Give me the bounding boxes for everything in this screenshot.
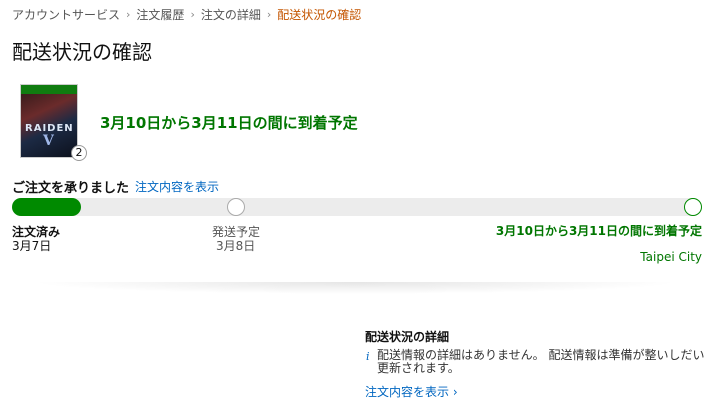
delivery-estimate: 3月10日から3月11日の間に到着予定 (100, 114, 358, 132)
breadcrumb-separator: › (266, 8, 272, 21)
tracking-details-title: 配送状況の詳細 (365, 330, 450, 344)
step-shipping-date: 3月8日 (216, 239, 256, 253)
product-image[interactable]: RAIDEN V (20, 84, 78, 158)
progress-step-shipping-dot (227, 198, 245, 216)
step-ordered-date: 3月7日 (12, 239, 52, 253)
breadcrumb-separator: › (126, 8, 131, 21)
breadcrumb-current: 配送状況の確認 (277, 8, 362, 22)
tracking-details-message: 配送情報の詳細はありません。 配送情報は準備が整いしだい更新されます。 (377, 348, 705, 375)
breadcrumb: アカウントサービス › 注文履歴 › 注文の詳細 › 配送状況の確認 (12, 6, 361, 23)
quantity-badge: 2 (71, 145, 87, 161)
order-status-headline: ご注文を承りました (12, 181, 130, 196)
section-divider (30, 282, 680, 294)
cover-numeral: V (43, 133, 54, 149)
progress-fill (12, 198, 81, 216)
page-title: 配送状況の確認 (12, 40, 152, 64)
view-order-link[interactable]: 注文内容を表示 (135, 178, 219, 195)
breadcrumb-order-history[interactable]: 注文履歴 (136, 6, 184, 23)
destination-city: Taipei City (640, 250, 702, 264)
view-order-link-bottom[interactable]: 注文内容を表示 › (365, 383, 458, 400)
platform-banner (21, 85, 77, 94)
info-icon: i (366, 350, 370, 363)
breadcrumb-account-service[interactable]: アカウントサービス (12, 6, 120, 23)
progress-track (12, 198, 702, 216)
breadcrumb-order-details[interactable]: 注文の詳細 (201, 6, 261, 23)
progress-step-arrival-dot (684, 198, 702, 216)
breadcrumb-separator: › (190, 8, 195, 21)
step-arrival-label: 3月10日から3月11日の間に到着予定 (495, 224, 702, 238)
